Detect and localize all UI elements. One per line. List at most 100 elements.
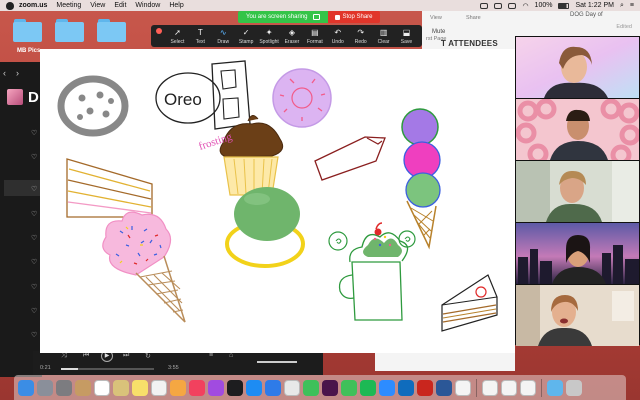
tool-format[interactable]: ▤ Format [303,28,326,45]
clock[interactable]: Sat 1:22 PM [575,2,614,9]
tool-clear[interactable]: ▥ Clear [372,28,395,45]
green-dessert-drawing [225,187,305,268]
tool-draw[interactable]: ∿ Draw [212,28,235,45]
dropbox-icon[interactable] [494,2,503,9]
downloads-dock-icon[interactable] [547,379,563,396]
tool-save[interactable]: ⬓ Save [395,28,418,45]
desktop-folder[interactable] [55,19,84,42]
lyrics-icon[interactable]: ≡ [209,352,213,359]
heart-icon[interactable]: ♡ [31,331,37,339]
menu-help[interactable]: Help [169,2,183,9]
stop-share-button[interactable]: Stop Share [327,11,380,23]
playback-progress[interactable] [61,368,154,370]
clear-trash-icon: ▥ [379,28,388,37]
search-icon[interactable]: ⌕ [620,2,624,10]
back-arrow-icon[interactable]: ‹ [3,68,6,78]
heart-icon[interactable]: ♡ [31,234,37,242]
close-toolbar-icon[interactable] [156,28,162,34]
tool-spotlight[interactable]: ✦ Spotlight [258,28,281,45]
trash-dock-icon[interactable] [566,379,582,396]
control-center-icon[interactable]: ≡ [630,2,634,9]
undo-icon: ↶ [334,28,342,37]
system-preferences-dock-icon[interactable] [56,379,72,396]
safari-dock-icon[interactable] [265,379,281,396]
pause-share-icon[interactable] [312,14,320,20]
status-menu-icon[interactable] [480,2,489,9]
dock-separator [541,378,542,397]
document-2-dock-icon[interactable] [482,379,498,396]
music-player-bar: ⤨ ⏮ ▶ ⏭ ↻ 0:21 3:55 ≡ ⌂ [33,350,323,375]
heart-icon[interactable]: ♡ [31,307,37,315]
outlook-dock-icon[interactable] [398,379,414,396]
participant-tile[interactable] [516,285,639,346]
chrome-dock-icon[interactable] [284,379,300,396]
tool-eraser[interactable]: ◈ Eraser [281,28,304,45]
stickies-dock-icon[interactable] [113,379,129,396]
tool-select[interactable]: ➚ Select [166,28,189,45]
previous-icon[interactable]: ⏮ [83,352,89,360]
cupcake-drawing: frosting [197,115,284,196]
heart-icon[interactable]: ♡ [31,258,37,266]
menu-app-name[interactable]: zoom.us [19,2,47,9]
launchpad-dock-icon[interactable] [37,379,53,396]
album-art[interactable] [7,89,23,105]
menu-edit[interactable]: Edit [114,2,126,9]
bg-mute-label[interactable]: Mute [432,29,445,35]
wifi-icon[interactable]: ◠ [522,2,528,10]
photos-dock-icon[interactable] [170,379,186,396]
tool-undo[interactable]: ↶ Undo [326,28,349,45]
oreo-label: Oreo [164,90,202,109]
slack-dock-icon[interactable] [322,379,338,396]
heart-icon[interactable]: ♡ [31,153,37,161]
acrobat-dock-icon[interactable] [417,379,433,396]
menu-view[interactable]: View [90,2,105,9]
music-dock-icon[interactable] [189,379,205,396]
volume-slider[interactable] [257,361,297,363]
messages-dock-icon[interactable] [303,379,319,396]
zoom-dock-icon[interactable] [379,379,395,396]
shuffle-icon[interactable]: ⤨ [61,352,67,360]
heart-icon[interactable]: ♡ [31,210,37,218]
tool-stamp[interactable]: ✓ Stamp [235,28,258,45]
document-3-dock-icon[interactable] [501,379,517,396]
participant-tile[interactable] [516,37,639,98]
whiteboard-canvas[interactable]: Oreo frosting [40,49,515,353]
calendar-dock-icon[interactable] [94,379,110,396]
stop-icon [334,14,340,20]
notes-dock-icon[interactable] [132,379,148,396]
tv-dock-icon[interactable] [227,379,243,396]
save-icon: ⬓ [402,28,411,37]
menu-window[interactable]: Window [135,2,160,9]
contacts-dock-icon[interactable] [75,379,91,396]
document-4-dock-icon[interactable] [520,379,536,396]
tool-redo[interactable]: ↷ Redo [349,28,372,45]
share-status: You are screen sharing [238,11,328,23]
heart-icon[interactable]: ♡ [31,283,37,291]
tool-text[interactable]: T Text [189,28,212,45]
heart-icon[interactable]: ♡ [31,129,37,137]
heart-icon[interactable]: ♡ [31,185,37,193]
elapsed-time: 0:21 [40,365,51,371]
whatsapp-dock-icon[interactable] [341,379,357,396]
repeat-icon[interactable]: ↻ [145,352,151,360]
participant-tile[interactable] [516,161,639,222]
participant-tile[interactable] [516,223,639,284]
airplay-icon[interactable]: ⌂ [229,352,233,359]
battery-icon[interactable] [558,2,570,9]
spotify-dock-icon[interactable] [360,379,376,396]
bluetooth-icon[interactable] [508,2,517,9]
track-duration: 3:55 [168,365,179,371]
word-dock-icon[interactable] [436,379,452,396]
app-store-dock-icon[interactable] [246,379,262,396]
podcasts-dock-icon[interactable] [208,379,224,396]
document-1-dock-icon[interactable] [455,379,471,396]
forward-arrow-icon[interactable]: › [16,68,19,78]
apple-icon[interactable] [6,1,14,10]
next-icon[interactable]: ⏭ [123,352,129,360]
desktop-folder[interactable] [97,19,126,42]
reminders-dock-icon[interactable] [151,379,167,396]
desktop-folder[interactable] [13,19,42,42]
participant-tile[interactable] [516,99,639,160]
menu-meeting[interactable]: Meeting [56,2,81,9]
finder-dock-icon[interactable] [18,379,34,396]
